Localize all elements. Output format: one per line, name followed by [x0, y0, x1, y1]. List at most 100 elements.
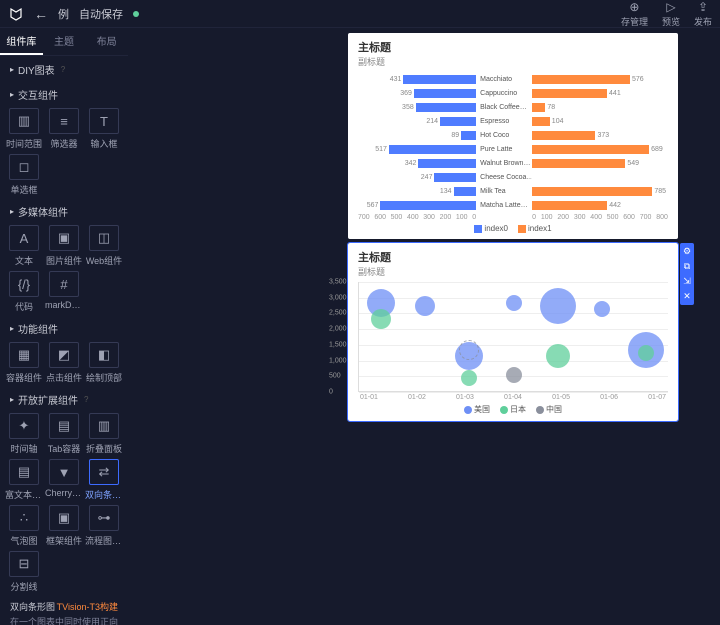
component-Web组件[interactable]: ◫Web组件 [86, 225, 122, 267]
bubble-point[interactable] [546, 344, 570, 368]
component-代码[interactable]: {/}代码 [6, 271, 42, 313]
caret-icon: ▸ [10, 324, 14, 333]
bubble-point[interactable] [594, 301, 610, 317]
component-label: 代码 [5, 300, 43, 313]
desc-title: 双向条形图 [10, 602, 55, 612]
desc-body: 在一个图表中同时使用正向和反向的柱子显示类别之间的数值比较的图表。也叫正负条形图… [10, 616, 118, 625]
component-icon: ▣ [49, 225, 79, 251]
component-Tab容器[interactable]: ▤Tab容器 [46, 413, 82, 455]
component-框架组件[interactable]: ▣框架组件 [46, 505, 82, 547]
tab-组件库[interactable]: 组件库 [0, 28, 43, 55]
component-label: markDown [45, 300, 83, 310]
section-header[interactable]: ▸交互组件 [0, 81, 128, 106]
component-CherryMD[interactable]: ▼ CherryMD [46, 459, 82, 501]
action-icon: ▷ [666, 0, 675, 14]
section-header[interactable]: ▸功能组件 [0, 315, 128, 340]
component-分割线[interactable]: ⊟ 分割线 [6, 551, 42, 593]
component-点击组件[interactable]: ◩点击组件 [46, 342, 82, 384]
topbar: ← 例 自动保存 ⊕存管理▷预览⇪发布 [0, 0, 720, 28]
component-流程图组件[interactable]: ⊶流程图组件 [86, 505, 122, 547]
component-icon: ▼ [49, 459, 79, 485]
component-label: 框架组件 [45, 534, 83, 547]
component-富文本表格[interactable]: ▤ 富文本表格 [6, 459, 42, 501]
component-折叠面板[interactable]: ▥折叠面板 [86, 413, 122, 455]
component-icon: ◩ [49, 342, 79, 368]
bubble-point[interactable] [506, 295, 522, 311]
component-气泡图[interactable]: ∴气泡图 [6, 505, 42, 547]
top-action-存管理[interactable]: ⊕存管理 [621, 0, 648, 28]
desc-tag: TVision-T3构建 [57, 601, 118, 614]
component-icon: A [9, 225, 39, 251]
canvas[interactable]: 主标题 副标题 43136935821489517342247134567 Ma… [128, 28, 720, 625]
bubble-point[interactable] [459, 340, 479, 360]
component-label: 单选框 [5, 183, 43, 196]
component-输入框[interactable]: T输入框 [86, 108, 122, 150]
component-双向条形图[interactable]: ⇄双向条形图 [86, 459, 122, 501]
component-label: 文本 [5, 254, 43, 267]
bubble-point[interactable] [415, 296, 435, 316]
component-icon: # [49, 271, 79, 297]
tool-settings-icon[interactable]: ⚙ [683, 246, 691, 257]
chart-bubble[interactable]: ⚙⧉⇲✕ 主标题 副标题 05001,0001,5002,0002,5003,0… [348, 243, 678, 421]
tab-主题[interactable]: 主题 [43, 28, 86, 55]
component-label: 筛选器 [45, 137, 83, 150]
chart-toolbar[interactable]: ⚙ ⧉ ⇲ ✕ [680, 243, 694, 305]
bubble-point[interactable] [461, 370, 477, 386]
component-icon: ▤ [9, 459, 39, 485]
help-icon[interactable]: ? [84, 395, 88, 404]
caret-icon: ▸ [10, 207, 14, 216]
action-label: 发布 [694, 15, 712, 28]
top-action-发布[interactable]: ⇪发布 [694, 0, 712, 28]
component-markDown[interactable]: # markDown [46, 271, 82, 313]
component-label: CherryMD [45, 488, 83, 498]
component-图片组件[interactable]: ▣图片组件 [46, 225, 82, 267]
component-筛选器[interactable]: ≡筛选器 [46, 108, 82, 150]
component-label: 折叠面板 [85, 442, 123, 455]
component-label: Tab容器 [45, 442, 83, 455]
action-icon: ⊕ [629, 0, 639, 14]
bubble-point[interactable] [506, 367, 522, 383]
caret-icon: ▸ [10, 65, 14, 74]
component-时间轴[interactable]: ✦ 时间轴 [6, 413, 42, 455]
action-icon: ⇪ [698, 0, 708, 14]
chart-bidirectional-bar[interactable]: 主标题 副标题 43136935821489517342247134567 Ma… [348, 33, 678, 239]
tool-copy-icon[interactable]: ⧉ [684, 261, 690, 272]
component-单选框[interactable]: ◻ 单选框 [6, 154, 42, 196]
action-label: 预览 [662, 15, 680, 28]
tab-布局[interactable]: 布局 [85, 28, 128, 55]
component-容器组件[interactable]: ▦容器组件 [6, 342, 42, 384]
back-button[interactable]: ← [34, 6, 48, 22]
component-icon: ∴ [9, 505, 39, 531]
autosave-indicator [133, 11, 139, 17]
help-icon[interactable]: ? [61, 65, 65, 74]
bubble-point[interactable] [540, 288, 576, 324]
tool-delete-icon[interactable]: ✕ [683, 291, 691, 302]
component-绘制顶部[interactable]: ◧绘制顶部 [86, 342, 122, 384]
component-label: 富文本表格 [5, 488, 43, 501]
component-label: 时间轴 [5, 442, 43, 455]
component-icon: ▦ [9, 342, 39, 368]
autosave-label: 自动保存 [79, 6, 123, 22]
component-icon: ⇄ [89, 459, 119, 485]
component-label: 输入框 [85, 137, 123, 150]
component-label: 分割线 [5, 580, 43, 593]
chart-title: 主标题 [358, 249, 668, 265]
component-icon: ✦ [9, 413, 39, 439]
component-icon: ◧ [89, 342, 119, 368]
top-action-预览[interactable]: ▷预览 [662, 0, 680, 28]
action-label: 存管理 [621, 15, 648, 28]
component-label: 流程图组件 [85, 534, 123, 547]
component-icon: ◻ [9, 154, 39, 180]
component-icon: ⊟ [9, 551, 39, 577]
component-icon: ▥ [9, 108, 39, 134]
component-文本[interactable]: A 文本 [6, 225, 42, 267]
caret-icon: ▸ [10, 395, 14, 404]
component-时间范围[interactable]: ▥时间范围 [6, 108, 42, 150]
section-header[interactable]: ▸开放扩展组件? [0, 386, 128, 411]
component-icon: ◫ [89, 225, 119, 251]
section-header[interactable]: ▸DIY图表? [0, 56, 128, 81]
bubble-point[interactable] [638, 345, 654, 361]
section-header[interactable]: ▸多媒体组件 [0, 198, 128, 223]
bubble-point[interactable] [371, 309, 391, 329]
tool-link-icon[interactable]: ⇲ [683, 276, 691, 287]
